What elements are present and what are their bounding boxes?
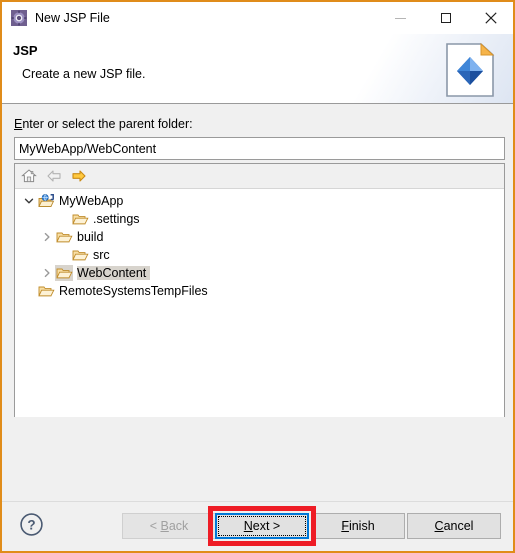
tree-item-label: RemoteSystemsTempFiles: [59, 284, 208, 298]
parent-folder-label-rest: nter or select the parent folder:: [22, 117, 193, 131]
cancel-button[interactable]: Cancel: [407, 513, 501, 539]
folder-icon: [71, 247, 89, 263]
tree-item-mywebapp[interactable]: MyWebApp: [15, 192, 504, 210]
tree-item-label: MyWebApp: [59, 194, 124, 208]
cancel-button-mnemonic: C: [434, 519, 444, 533]
tree-item-label: .settings: [93, 212, 140, 226]
close-icon[interactable]: [468, 2, 513, 34]
page-description: Create a new JSP file.: [22, 67, 146, 81]
parent-folder-label: Enter or select the parent folder:: [14, 117, 193, 131]
back-button-label: ack: [168, 519, 189, 533]
help-icon[interactable]: ?: [19, 512, 44, 537]
finish-button-mnemonic: F: [341, 519, 349, 533]
folder-tree-panel: MyWebApp .settings build src WebContent …: [14, 163, 505, 417]
home-icon[interactable]: [20, 167, 38, 185]
minimize-icon[interactable]: [378, 2, 423, 34]
dialog-body: Enter or select the parent folder: MyWeb…: [2, 104, 513, 551]
next-button-highlight-box: [208, 506, 316, 546]
window-title: New JSP File: [35, 10, 110, 25]
folder-icon: [55, 229, 73, 245]
title-bar: New JSP File: [2, 2, 513, 34]
page-title: JSP: [13, 43, 38, 58]
web-project-icon: [37, 193, 55, 209]
cancel-button-label: ancel: [443, 519, 474, 533]
new-jsp-file-dialog: New JSP File JSP Create a new JSP file.: [0, 0, 515, 553]
wizard-banner: JSP Create a new JSP file.: [2, 34, 513, 104]
folder-icon: [71, 211, 89, 227]
tree-item-src[interactable]: src: [15, 246, 504, 264]
tree-item-settings[interactable]: .settings: [15, 210, 504, 228]
finish-button[interactable]: Finish: [311, 513, 405, 539]
parent-folder-input[interactable]: [14, 137, 505, 160]
folder-tree[interactable]: MyWebApp .settings build src WebContent …: [15, 189, 504, 417]
svg-text:?: ?: [27, 518, 35, 533]
tree-item-webcontent[interactable]: WebContent: [15, 264, 504, 282]
back-button: < Back: [122, 513, 216, 539]
chevron-down-icon[interactable]: [21, 193, 37, 209]
tree-item-label: build: [77, 230, 104, 244]
tree-item-build[interactable]: build: [15, 228, 504, 246]
back-button-prefix: <: [149, 519, 161, 533]
tree-item-remotesystemstempfiles[interactable]: RemoteSystemsTempFiles: [15, 282, 504, 300]
maximize-icon[interactable]: [423, 2, 468, 34]
window-controls: [378, 2, 513, 34]
back-arrow-icon: [45, 167, 63, 185]
tree-item-label: src: [93, 248, 110, 262]
chevron-right-icon[interactable]: [39, 265, 55, 281]
jsp-wizard-icon: [11, 10, 27, 26]
jsp-file-page-icon: [443, 42, 497, 98]
finish-button-label: inish: [348, 519, 375, 533]
tree-toolbar: [15, 164, 504, 189]
folder-icon: [37, 283, 55, 299]
tree-item-label: WebContent: [77, 266, 151, 280]
folder-icon: [55, 265, 73, 281]
chevron-right-icon[interactable]: [39, 229, 55, 245]
forward-arrow-icon[interactable]: [70, 167, 88, 185]
back-button-mnemonic: B: [160, 519, 169, 533]
